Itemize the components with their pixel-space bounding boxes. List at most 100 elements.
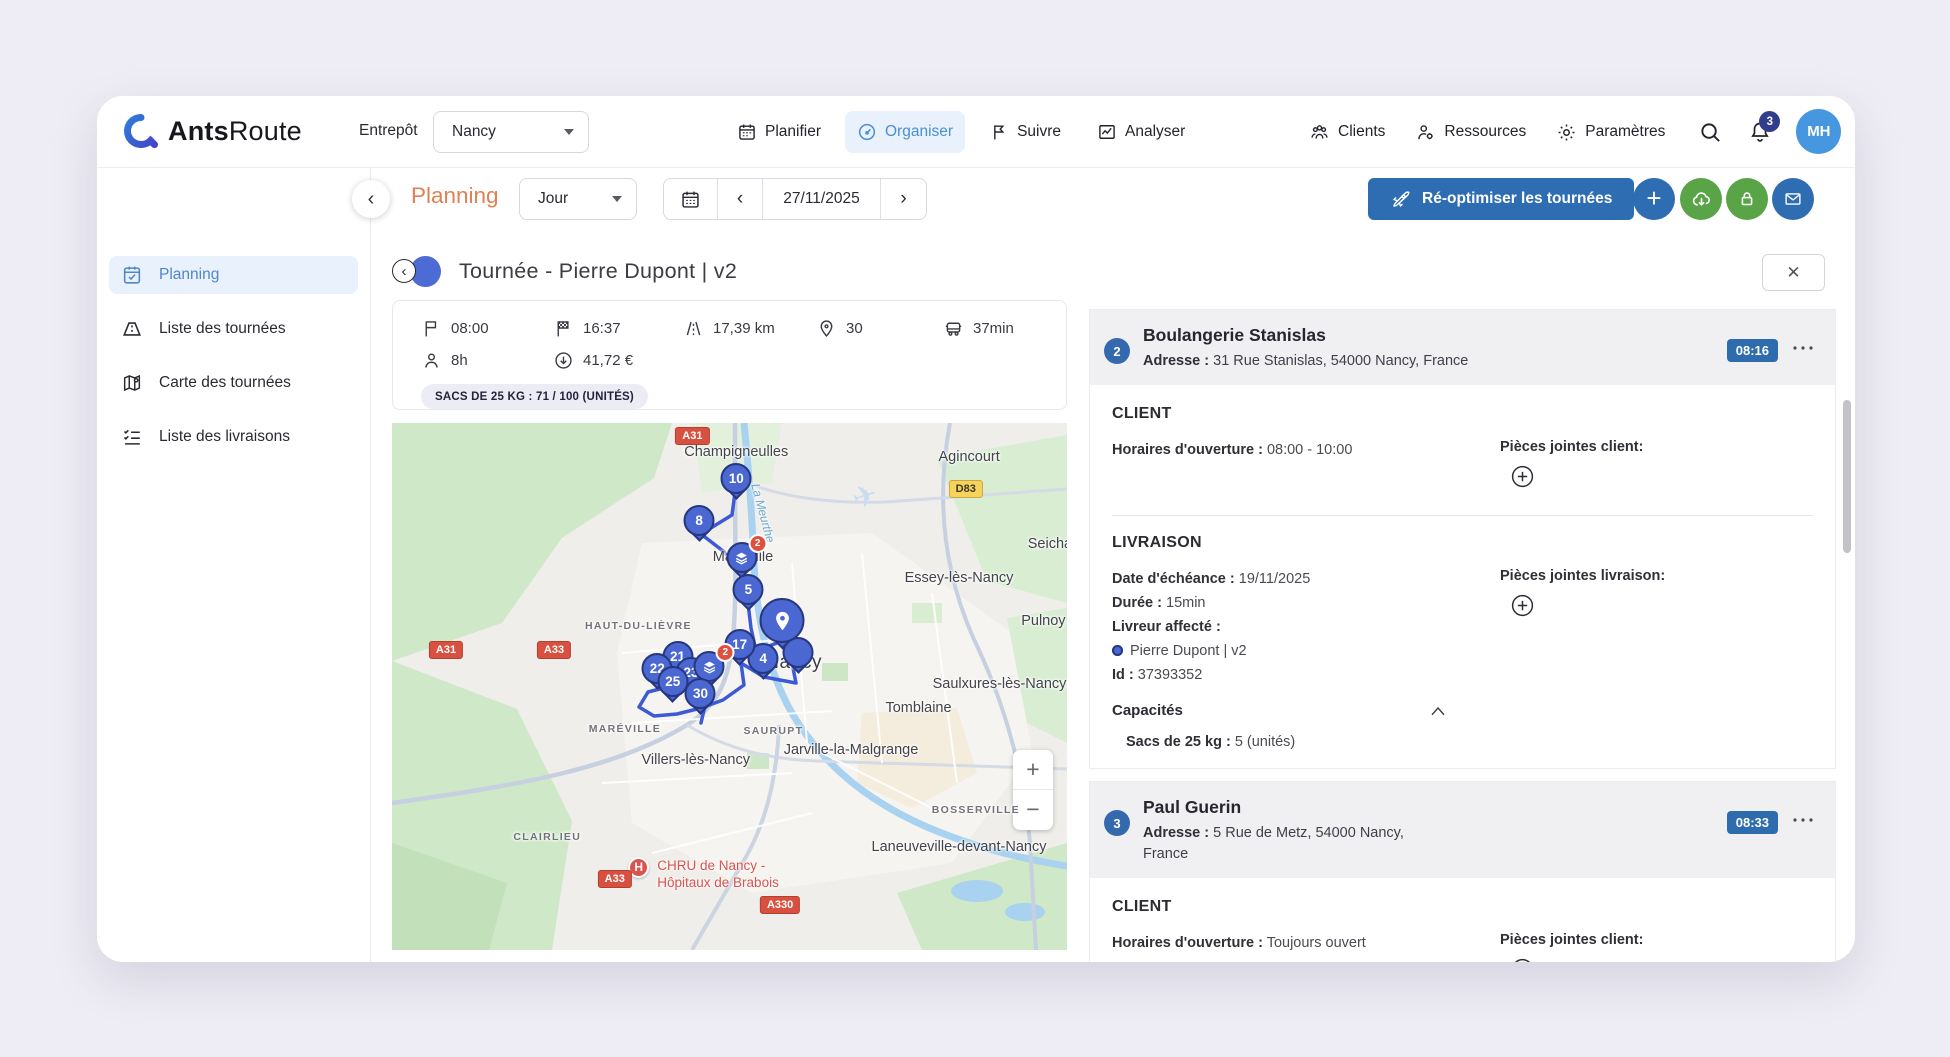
map-pin-icon [121, 372, 143, 394]
circle-plus-icon [1510, 464, 1535, 489]
chevron-up-icon [1429, 704, 1447, 718]
chart-icon [1097, 122, 1117, 142]
nav-clients-label: Clients [1338, 123, 1385, 141]
date-picker-group: ‹ 27/11/2025 › [663, 178, 927, 220]
stat-drive-time: 37min [943, 318, 1014, 339]
add-client-attachment-button[interactable] [1510, 957, 1535, 962]
calendar-button[interactable] [664, 179, 718, 219]
stop-index-badge: 2 [1104, 338, 1130, 364]
cluster-marker[interactable]: 2 [726, 542, 757, 573]
stop-marker[interactable]: 8 [684, 505, 715, 536]
collapse-sidebar-button[interactable]: ‹ [352, 180, 390, 218]
stop-index-badge: 3 [1104, 810, 1130, 836]
stop-menu-button[interactable] [1791, 813, 1815, 832]
delivery-id: Id : 37393352 [1112, 664, 1813, 686]
stat-stop-count: 30 [816, 318, 943, 339]
hospital-icon: H [628, 857, 649, 878]
client-section-heading: CLIENT [1112, 898, 1813, 916]
sidebar-item-label: Liste des tournées [159, 320, 286, 338]
stop-time-badge: 08:16 [1727, 339, 1778, 362]
ellipsis-icon [1791, 341, 1815, 355]
next-day-button[interactable]: › [881, 179, 926, 219]
sidebar: Planning Liste des tournées Carte des to… [97, 168, 371, 962]
calendar-icon [680, 189, 701, 210]
close-panel-button[interactable]: ✕ [1762, 254, 1825, 291]
stop-marker[interactable]: 25 [657, 666, 688, 697]
reoptimize-button[interactable]: Ré-optimiser les tournées [1368, 178, 1634, 220]
brand-logo: AntsRoute [123, 113, 302, 149]
client-attachments: Pièces jointes client: [1500, 932, 1643, 962]
cloud-download-button[interactable] [1680, 178, 1722, 220]
nav-organiser-label: Organiser [885, 123, 953, 141]
stop-card-header[interactable]: 2 Boulangerie Stanislas Adresse : 31 Rue… [1090, 310, 1835, 385]
add-button[interactable]: + [1633, 178, 1675, 220]
stat-duration: 8h [421, 350, 553, 371]
sidebar-item-carte-tournees[interactable]: Carte des tournées [109, 364, 358, 402]
add-client-attachment-button[interactable] [1510, 464, 1535, 492]
antsroute-logo-icon [123, 113, 159, 149]
sidebar-item-planning[interactable]: Planning [109, 256, 358, 294]
brand-name: AntsRoute [168, 116, 302, 147]
warehouse-select[interactable]: Nancy [433, 111, 589, 153]
stop-menu-button[interactable] [1791, 341, 1815, 360]
sidebar-item-liste-livraisons[interactable]: Liste des livraisons [109, 418, 358, 456]
flag-finish-icon [553, 318, 574, 339]
map[interactable]: ✈ H CHRU de Nancy - Hôpitaux de Brabois … [392, 423, 1067, 950]
zoom-in-button[interactable]: + [1013, 750, 1053, 790]
nav-analyser-label: Analyser [1125, 123, 1185, 141]
stop-card-header[interactable]: 3 Paul Guerin Adresse : 5 Rue de Metz, 5… [1090, 782, 1835, 878]
plus-icon: + [1646, 185, 1661, 211]
nav-organiser[interactable]: Organiser [845, 111, 965, 153]
search-icon [1699, 121, 1722, 144]
nav-suivre[interactable]: Suivre [977, 111, 1073, 153]
circle-plus-icon [1510, 593, 1535, 618]
notification-badge: 3 [1759, 111, 1780, 132]
nav-planifier[interactable]: Planifier [725, 111, 833, 153]
capacity-pill: SACS DE 25 KG : 71 / 100 (UNITÉS) [421, 384, 648, 409]
warehouse-label: Entrepôt [359, 122, 418, 140]
stat-end-time: 16:37 [553, 318, 683, 339]
hospital-poi: H CHRU de Nancy - Hôpitaux de Brabois [628, 857, 779, 891]
search-button[interactable] [1699, 121, 1722, 144]
person-gear-icon [1415, 122, 1436, 143]
nav-ressources[interactable]: Ressources [1413, 111, 1528, 153]
period-value: Jour [538, 190, 612, 208]
period-select[interactable]: Jour [519, 178, 637, 220]
stat-cost: 41,72 € [553, 350, 683, 371]
planning-toolbar: ‹ Planning Jour ‹ 27/11/2025 › Ré-optimi… [371, 168, 1855, 230]
nav-analyser[interactable]: Analyser [1085, 111, 1197, 153]
lock-button[interactable] [1726, 178, 1768, 220]
delivery-section-heading: LIVRAISON [1112, 534, 1813, 552]
mail-button[interactable] [1772, 178, 1814, 220]
duration: Durée : 15min [1112, 592, 1813, 614]
sidebar-item-label: Liste des livraisons [159, 428, 290, 446]
gear-icon [1556, 122, 1577, 143]
zoom-out-button[interactable]: − [1013, 790, 1053, 830]
hospital-name: CHRU de Nancy - [657, 857, 779, 874]
tour-back-button[interactable]: ‹ [392, 259, 416, 283]
stop-marker[interactable]: 10 [721, 463, 752, 494]
stop-marker[interactable]: 30 [685, 678, 716, 709]
depot-marker[interactable] [760, 598, 805, 643]
secondary-nav: Clients Ressources Paramètres 3 MH [1307, 111, 1841, 153]
avatar[interactable]: MH [1796, 109, 1841, 154]
opening-hours: Horaires d'ouverture : 08:00 - 10:00 [1112, 439, 1813, 461]
van-icon [943, 318, 964, 339]
client-attachments: Pièces jointes client: [1500, 439, 1643, 494]
nav-ressources-label: Ressources [1444, 123, 1526, 141]
nav-planifier-label: Planifier [765, 123, 821, 141]
nav-parametres[interactable]: Paramètres [1554, 111, 1667, 153]
notifications-button[interactable]: 3 [1748, 120, 1772, 144]
tour-title: Tournée - Pierre Dupont | v2 [459, 259, 737, 284]
stat-distance: 17,39 km [683, 318, 816, 339]
stops-detail-panel: 2 Boulangerie Stanislas Adresse : 31 Rue… [1089, 300, 1836, 962]
stop-address: Adresse : 5 Rue de Metz, 54000 Nancy, Fr… [1143, 823, 1448, 865]
add-delivery-attachment-button[interactable] [1510, 593, 1535, 621]
prev-day-button[interactable]: ‹ [718, 179, 763, 219]
nav-clients[interactable]: Clients [1307, 111, 1387, 153]
current-date[interactable]: 27/11/2025 [763, 179, 881, 219]
capacities-toggle[interactable]: Capacités [1112, 702, 1447, 719]
close-icon: ✕ [1786, 263, 1800, 283]
sidebar-item-liste-tournees[interactable]: Liste des tournées [109, 310, 358, 348]
scrollbar-thumb[interactable] [1843, 400, 1851, 553]
